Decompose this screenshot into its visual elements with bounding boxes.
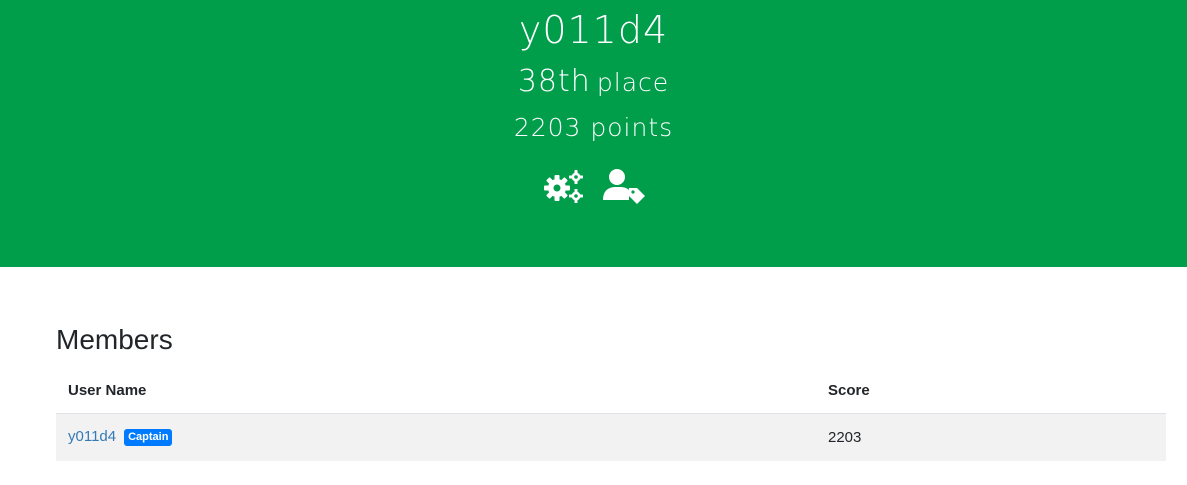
team-place: 38th place: [0, 62, 1187, 106]
place-number: 38th: [517, 64, 591, 99]
members-title: Members: [56, 324, 173, 355]
captain-badge: Captain: [124, 429, 173, 447]
team-points: 2203 points: [513, 113, 674, 142]
column-header-user-name: User Name: [56, 368, 816, 414]
members-table: User Name Score y011d4 Captain 2203: [56, 368, 1166, 461]
table-header-row: User Name Score: [56, 368, 1166, 414]
members-section: Members User Name Score y011d4 Captain 22…: [56, 320, 1166, 461]
user-name-link[interactable]: y011d4: [68, 428, 116, 445]
team-header: y011d4 38th place 2203 points: [0, 0, 1187, 267]
gears-icon[interactable]: [542, 166, 586, 206]
score-cell: 2203: [828, 428, 862, 446]
user-cell: y011d4 Captain: [56, 413, 816, 461]
column-header-score: Score: [816, 368, 1166, 414]
place-label: place: [596, 68, 670, 97]
team-actions: [0, 166, 1187, 206]
table-row: y011d4 Captain 2203: [56, 413, 1166, 461]
user-tag-icon[interactable]: [602, 166, 646, 206]
team-name: y011d4: [518, 8, 669, 52]
